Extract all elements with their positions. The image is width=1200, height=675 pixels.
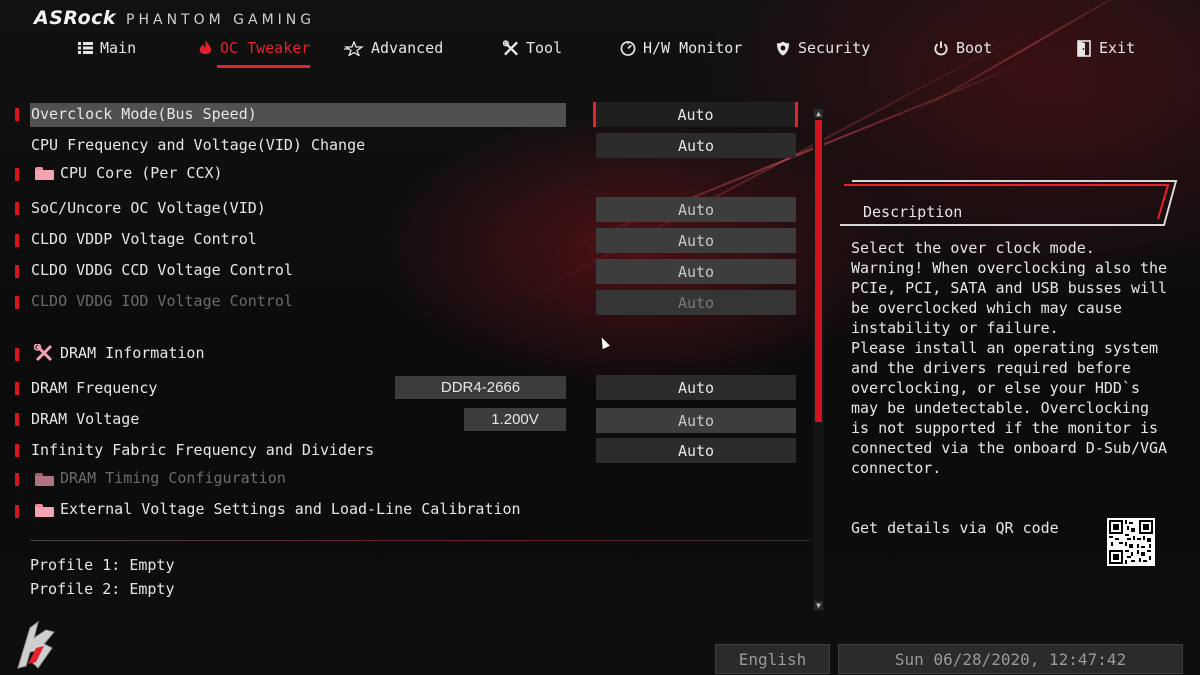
cpu-freq-voltage-label[interactable]: CPU Frequency and Voltage(VID) Change (31, 136, 365, 154)
cldo-vddp-select[interactable]: Auto (596, 228, 796, 253)
tab-tool[interactable]: Tool (503, 36, 562, 60)
cldo-vddg-iod-label: CLDO VDDG IOD Voltage Control (31, 292, 293, 310)
row-marker (15, 296, 19, 309)
row-marker (15, 108, 19, 121)
dram-information-submenu[interactable]: DRAM Information (60, 344, 205, 362)
list-icon (77, 40, 93, 56)
folder-icon (35, 473, 54, 486)
row-marker (15, 348, 19, 361)
scrollbar[interactable]: ▲ ▼ (813, 108, 824, 611)
exit-door-icon (1076, 39, 1092, 57)
main-tabs: Main OC Tweaker Advanced Tool H/W Monito… (0, 36, 1200, 68)
cldo-vddp-label[interactable]: CLDO VDDP Voltage Control (31, 230, 257, 248)
asrock-logo: ASRock (34, 7, 117, 29)
dram-frequency-info: DDR4-2666 (395, 376, 566, 399)
tab-label: Exit (1099, 39, 1136, 57)
tab-label: Security (798, 39, 871, 57)
infinity-fabric-label[interactable]: Infinity Fabric Frequency and Dividers (31, 441, 374, 459)
tab-oc-tweaker[interactable]: OC Tweaker (197, 36, 311, 68)
soc-voltage-label[interactable]: SoC/Uncore OC Voltage(VID) (31, 199, 266, 217)
row-marker (15, 413, 19, 426)
shield-icon (775, 40, 791, 56)
divider (30, 540, 810, 541)
dram-voltage-select[interactable]: Auto (596, 408, 796, 433)
star-icon (344, 40, 364, 56)
dram-voltage-info: 1.200V (464, 408, 566, 431)
datetime-display: Sun 06/28/2020, 12:47:42 (838, 644, 1183, 674)
cpu-core-submenu[interactable]: CPU Core (Per CCX) (60, 164, 223, 182)
tab-label: H/W Monitor (643, 39, 743, 57)
tools-icon (33, 343, 54, 362)
soc-voltage-select[interactable]: Auto (596, 197, 796, 222)
cldo-vddg-ccd-select[interactable]: Auto (596, 259, 796, 284)
dram-frequency-select[interactable]: Auto (596, 375, 796, 400)
row-marker (15, 382, 19, 395)
tools-icon (503, 39, 519, 56)
language-select[interactable]: English (715, 644, 830, 674)
description-text: Select the over clock mode. Warning! Whe… (851, 239, 1168, 477)
dram-timing-submenu: DRAM Timing Configuration (60, 469, 286, 487)
phantom-gaming-logo (17, 620, 55, 669)
row-marker (15, 202, 19, 215)
power-icon (933, 40, 949, 56)
tab-security[interactable]: Security (775, 36, 870, 60)
tab-label: Main (100, 39, 137, 57)
profile-2: Profile 2: Empty (30, 580, 175, 598)
scroll-down-icon[interactable]: ▼ (814, 601, 823, 610)
monitor-dial-icon (620, 40, 636, 56)
brand-subtitle: PHANTOM GAMING (126, 12, 316, 28)
tab-label: OC Tweaker (220, 39, 311, 57)
scroll-up-icon[interactable]: ▲ (814, 109, 823, 118)
description-title: Description (863, 203, 963, 221)
cldo-vddg-ccd-label[interactable]: CLDO VDDG CCD Voltage Control (31, 261, 293, 279)
folder-icon (35, 167, 54, 180)
tab-exit[interactable]: Exit (1076, 36, 1135, 60)
profile-1: Profile 1: Empty (30, 556, 175, 574)
row-marker (15, 234, 19, 247)
cpu-freq-voltage-select[interactable]: Auto (596, 133, 796, 158)
tab-hw-monitor[interactable]: H/W Monitor (620, 36, 742, 60)
row-marker (15, 473, 19, 486)
scrollbar-thumb[interactable] (815, 120, 822, 422)
row-marker (15, 505, 19, 518)
overclock-mode-label[interactable]: Overclock Mode(Bus Speed) (31, 105, 257, 123)
tab-label: Boot (956, 39, 993, 57)
tab-boot[interactable]: Boot (933, 36, 992, 60)
brand: ASRock PHANTOM GAMING (34, 7, 315, 29)
flame-icon (197, 40, 213, 56)
external-voltage-submenu[interactable]: External Voltage Settings and Load-Line … (60, 500, 521, 518)
row-marker (15, 168, 19, 181)
overclock-mode-select[interactable]: Auto (593, 102, 798, 127)
tab-main[interactable]: Main (77, 36, 136, 60)
cldo-vddg-iod-select: Auto (596, 290, 796, 315)
tab-advanced[interactable]: Advanced (344, 36, 443, 60)
row-marker (15, 444, 19, 457)
infinity-fabric-select[interactable]: Auto (596, 438, 796, 463)
folder-icon (35, 504, 54, 517)
dram-voltage-label[interactable]: DRAM Voltage (31, 410, 139, 428)
dram-frequency-label[interactable]: DRAM Frequency (31, 379, 157, 397)
qr-code[interactable] (1107, 518, 1155, 566)
tab-label: Tool (526, 39, 563, 57)
tab-label: Advanced (371, 39, 444, 57)
qr-label: Get details via QR code (851, 519, 1059, 537)
row-marker (15, 265, 19, 278)
